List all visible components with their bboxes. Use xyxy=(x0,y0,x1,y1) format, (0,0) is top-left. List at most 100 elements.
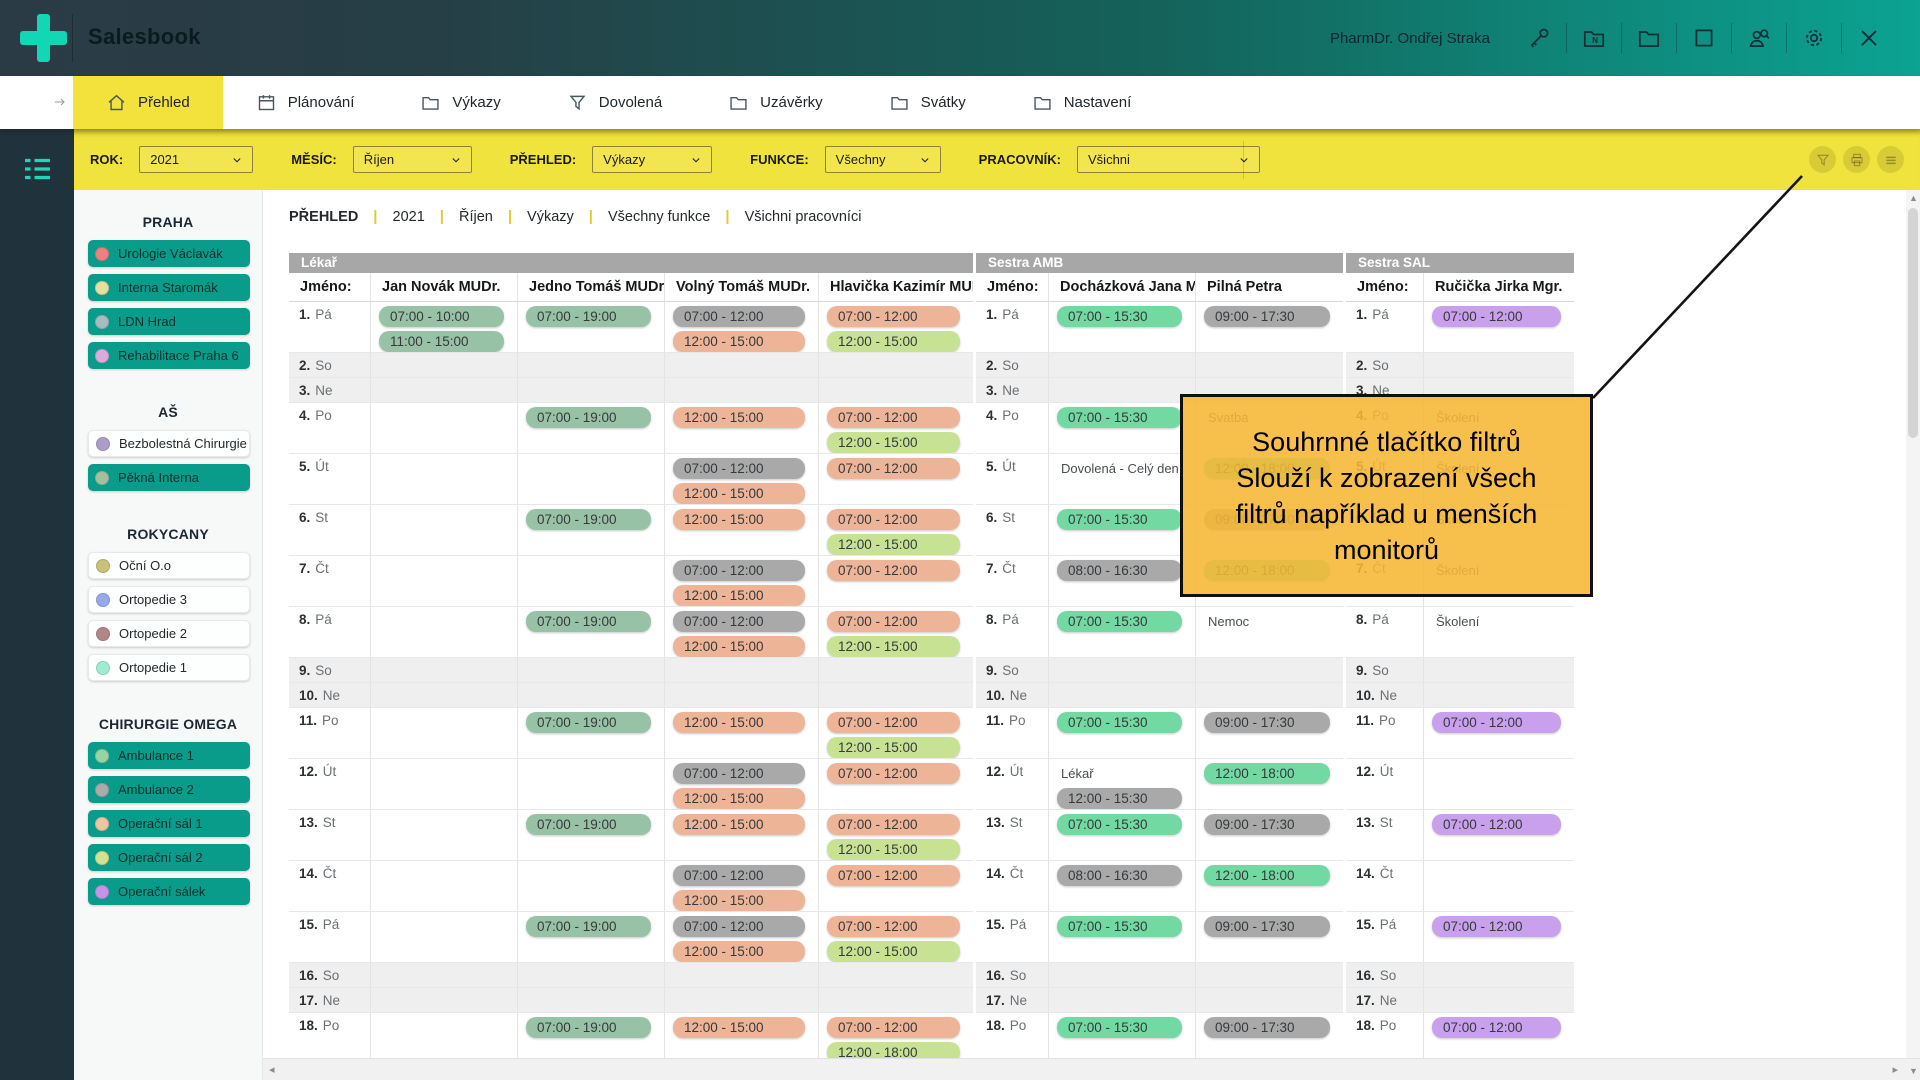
filter-select[interactable]: Všichni xyxy=(1077,146,1260,173)
shift-chip[interactable]: 07:00 - 15:30 xyxy=(1057,509,1182,530)
vertical-scroll-thumb[interactable] xyxy=(1908,208,1918,438)
shift-chip[interactable]: 07:00 - 15:30 xyxy=(1057,712,1182,733)
shift-chip[interactable]: 07:00 - 12:00 xyxy=(1432,814,1561,835)
checklist-icon[interactable] xyxy=(23,156,52,182)
sidebar-item-p-kn-interna[interactable]: Pěkná Interna xyxy=(88,464,250,491)
shift-chip[interactable]: 09:00 - 17:30 xyxy=(1204,916,1330,937)
filter-select[interactable]: Říjen xyxy=(353,146,472,173)
printer-button[interactable] xyxy=(1843,146,1870,173)
sidebar-item-ldn-hrad[interactable]: LDN Hrad xyxy=(88,308,250,335)
shift-chip[interactable]: 07:00 - 19:00 xyxy=(526,407,651,428)
shift-chip[interactable]: 07:00 - 12:00 xyxy=(827,763,960,784)
shift-chip[interactable]: 07:00 - 19:00 xyxy=(526,611,651,632)
shift-chip[interactable]: 07:00 - 12:00 xyxy=(673,611,805,632)
sidebar-item-ambulance-1[interactable]: Ambulance 1 xyxy=(88,742,250,769)
shift-chip[interactable]: 12:00 - 15:00 xyxy=(673,585,805,606)
tab-svátky[interactable]: Svátky xyxy=(856,76,999,129)
shift-chip[interactable]: 12:00 - 15:00 xyxy=(673,814,805,835)
gear-icon[interactable] xyxy=(1801,25,1827,51)
sidebar-item-ortopedie-2[interactable]: Ortopedie 2 xyxy=(88,620,250,647)
shift-chip[interactable]: 09:00 - 17:30 xyxy=(1204,712,1330,733)
shift-chip[interactable]: 11:00 - 15:00 xyxy=(379,331,504,352)
sidebar-item-interna-starom-k[interactable]: Interna Staromák xyxy=(88,274,250,301)
shift-chip[interactable]: 07:00 - 12:00 xyxy=(673,916,805,937)
tab-nastavení[interactable]: Nastavení xyxy=(999,76,1165,129)
menu-button[interactable] xyxy=(1877,146,1904,173)
shift-chip[interactable]: 07:00 - 12:00 xyxy=(673,560,805,581)
shift-chip[interactable]: 07:00 - 12:00 xyxy=(827,458,960,479)
shift-chip[interactable]: 07:00 - 19:00 xyxy=(526,916,651,937)
sidebar-item-rehabilitace-praha-6[interactable]: Rehabilitace Praha 6 xyxy=(88,342,250,369)
shift-chip[interactable]: 12:00 - 15:00 xyxy=(673,509,805,530)
shift-chip[interactable]: 07:00 - 12:00 xyxy=(673,865,805,886)
scroll-right-arrow[interactable]: ▸ xyxy=(1892,1063,1898,1076)
horizontal-scrollbar[interactable]: ◂ ▸ xyxy=(263,1058,1920,1080)
sidebar-item-ortopedie-3[interactable]: Ortopedie 3 xyxy=(88,586,250,613)
shift-chip[interactable]: 07:00 - 10:00 xyxy=(379,306,504,327)
folder-icon[interactable] xyxy=(1636,25,1662,51)
shift-chip[interactable]: 07:00 - 12:00 xyxy=(827,1017,960,1038)
tab-uzávěrky[interactable]: Uzávěrky xyxy=(695,76,856,129)
shift-chip[interactable]: 07:00 - 12:00 xyxy=(1432,1017,1561,1038)
sidebar-item-opera-n-s-l-2[interactable]: Operační sál 2 xyxy=(88,844,250,871)
shift-chip[interactable]: 12:00 - 18:00 xyxy=(1204,865,1330,886)
funnel-button[interactable] xyxy=(1809,146,1836,173)
shift-chip[interactable]: 07:00 - 19:00 xyxy=(526,814,651,835)
shift-chip[interactable]: 07:00 - 12:00 xyxy=(827,560,960,581)
vertical-scrollbar[interactable]: ▲ ▼ xyxy=(1906,190,1920,1058)
shift-chip[interactable]: 12:00 - 15:00 xyxy=(673,1017,805,1038)
tab-dovolená[interactable]: Dovolená xyxy=(534,76,695,129)
shift-chip[interactable]: 07:00 - 19:00 xyxy=(526,306,651,327)
shift-chip[interactable]: 12:00 - 15:00 xyxy=(827,331,960,352)
shift-chip[interactable]: 07:00 - 12:00 xyxy=(827,814,960,835)
shift-chip[interactable]: 08:00 - 16:30 xyxy=(1057,560,1182,581)
shift-chip[interactable]: 12:00 - 15:00 xyxy=(673,636,805,657)
shift-chip[interactable]: 12:00 - 15:00 xyxy=(827,432,960,453)
tab-plánování[interactable]: Plánování xyxy=(223,76,388,129)
shift-chip[interactable]: 12:00 - 15:00 xyxy=(827,737,960,758)
sidebar-item-ortopedie-1[interactable]: Ortopedie 1 xyxy=(88,654,250,681)
shift-chip[interactable]: 12:00 - 15:00 xyxy=(827,941,960,962)
shift-chip[interactable]: 07:00 - 12:00 xyxy=(827,509,960,530)
sidebar-item-bezbolestn-chirurgie[interactable]: Bezbolestná Chirurgie xyxy=(88,430,250,457)
shift-chip[interactable]: 12:00 - 15:00 xyxy=(673,941,805,962)
shift-chip[interactable]: 07:00 - 15:30 xyxy=(1057,611,1182,632)
shift-chip[interactable]: 12:00 - 15:00 xyxy=(827,636,960,657)
sidebar-item-opera-n-s-l-1[interactable]: Operační sál 1 xyxy=(88,810,250,837)
tab-výkazy[interactable]: Výkazy xyxy=(387,76,533,129)
user-search-icon[interactable] xyxy=(1746,25,1772,51)
scroll-left-arrow[interactable]: ◂ xyxy=(269,1063,275,1076)
shift-chip[interactable]: 12:00 - 15:00 xyxy=(827,839,960,860)
shift-chip[interactable]: 08:00 - 16:30 xyxy=(1057,865,1182,886)
shift-chip[interactable]: 12:00 - 15:00 xyxy=(673,483,805,504)
window-icon[interactable] xyxy=(1691,25,1717,51)
shift-chip[interactable]: 07:00 - 19:00 xyxy=(526,509,651,530)
tab-přehled[interactable]: Přehled xyxy=(73,76,223,129)
shift-chip[interactable]: 07:00 - 19:00 xyxy=(526,712,651,733)
shift-chip[interactable]: 12:00 - 15:00 xyxy=(673,407,805,428)
key-icon[interactable] xyxy=(1526,25,1552,51)
filter-select[interactable]: 2021 xyxy=(139,146,253,173)
shift-chip[interactable]: 07:00 - 12:00 xyxy=(673,763,805,784)
shift-chip[interactable]: 07:00 - 12:00 xyxy=(673,458,805,479)
shift-chip[interactable]: 09:00 - 17:30 xyxy=(1204,814,1330,835)
shift-chip[interactable]: 07:00 - 15:30 xyxy=(1057,814,1182,835)
shift-chip[interactable]: 07:00 - 12:00 xyxy=(827,865,960,886)
shift-chip[interactable]: 07:00 - 12:00 xyxy=(827,916,960,937)
sidebar-item-urologie-v-clav-k[interactable]: Urologie Václavák xyxy=(88,240,250,267)
shift-chip[interactable]: 12:00 - 15:00 xyxy=(673,788,805,809)
shift-chip[interactable]: 07:00 - 12:00 xyxy=(1432,712,1561,733)
filter-select[interactable]: Výkazy xyxy=(592,146,712,173)
sidebar-item-o-n-o-o[interactable]: Oční O.o xyxy=(88,552,250,579)
shift-chip[interactable]: 12:00 - 15:00 xyxy=(673,890,805,911)
folder-n-icon[interactable]: N xyxy=(1581,25,1607,51)
shift-chip[interactable]: 12:00 - 15:30 xyxy=(1057,788,1182,809)
shift-chip[interactable]: 12:00 - 15:00 xyxy=(827,534,960,555)
shift-chip[interactable]: 12:00 - 18:00 xyxy=(1204,763,1330,784)
sidebar-item-opera-n-s-lek[interactable]: Operační sálek xyxy=(88,878,250,905)
scroll-down-arrow[interactable]: ▼ xyxy=(1909,1066,1918,1076)
shift-chip[interactable]: 07:00 - 15:30 xyxy=(1057,916,1182,937)
scroll-up-arrow[interactable]: ▲ xyxy=(1909,193,1918,203)
filter-select[interactable]: Všechny xyxy=(825,146,941,173)
shift-chip[interactable]: 07:00 - 15:30 xyxy=(1057,306,1182,327)
